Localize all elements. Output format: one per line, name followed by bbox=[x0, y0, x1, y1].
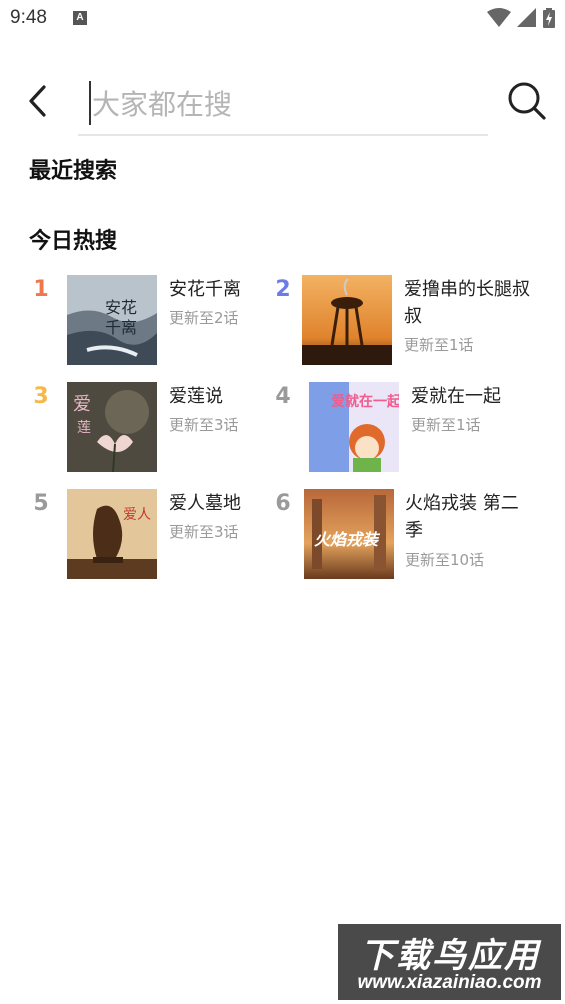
item-update-status: 更新至1话 bbox=[404, 336, 474, 354]
hot-item[interactable]: 4 爱就在一起 爱就在一起 更新至1话 bbox=[271, 382, 511, 474]
comic-cover bbox=[302, 275, 392, 365]
svg-text:安花: 安花 bbox=[105, 298, 137, 317]
item-update-status: 更新至3话 bbox=[169, 416, 239, 434]
item-title: 爱撸串的长腿叔叔 bbox=[404, 279, 530, 327]
hot-search-title: 今日热搜 bbox=[29, 229, 118, 254]
comic-cover: 爱人 bbox=[67, 489, 157, 579]
watermark-title: 下载鸟应用 bbox=[360, 936, 540, 976]
rank-number: 5 bbox=[33, 491, 49, 516]
wifi-icon bbox=[487, 8, 511, 27]
search-box[interactable] bbox=[78, 74, 488, 136]
svg-text:莲: 莲 bbox=[77, 420, 91, 436]
watermark-logo: 下载鸟应用 www.xiazainiao.com bbox=[338, 924, 561, 1000]
recent-search-title: 最近搜索 bbox=[29, 159, 118, 184]
svg-text:爱人: 爱人 bbox=[123, 507, 151, 523]
battery-charging-icon bbox=[543, 8, 555, 28]
cellular-signal-icon bbox=[517, 8, 536, 27]
rank-number: 6 bbox=[275, 491, 291, 516]
comic-cover: 火焰戎装 bbox=[304, 489, 394, 579]
hot-item[interactable]: 1 安花 千离 安花千离 更新至2话 bbox=[29, 275, 269, 367]
text-cursor bbox=[89, 81, 91, 125]
svg-text:火焰戎装: 火焰戎装 bbox=[314, 530, 381, 549]
status-time: 9:48 bbox=[10, 7, 47, 28]
rank-number: 2 bbox=[275, 277, 291, 302]
back-arrow-icon[interactable] bbox=[24, 82, 56, 120]
item-title: 爱就在一起 bbox=[411, 386, 501, 407]
rank-number: 4 bbox=[275, 384, 291, 409]
search-input[interactable] bbox=[92, 82, 472, 126]
svg-text:爱: 爱 bbox=[73, 394, 91, 415]
item-update-status: 更新至3话 bbox=[169, 523, 239, 541]
comic-cover: 安花 千离 bbox=[67, 275, 157, 365]
hot-item[interactable]: 2 爱撸串的长腿叔叔 更新至1话 bbox=[271, 275, 530, 367]
status-icons bbox=[487, 8, 555, 28]
item-update-status: 更新至1话 bbox=[411, 416, 481, 434]
rank-number: 1 bbox=[33, 277, 49, 302]
notification-app-icon: A bbox=[73, 11, 87, 25]
status-bar: 9:48 A bbox=[0, 0, 565, 38]
comic-cover: 爱就在一起 bbox=[309, 382, 399, 472]
rank-number: 3 bbox=[33, 384, 49, 409]
watermark-url: www.xiazainiao.com bbox=[357, 972, 542, 993]
hot-item[interactable]: 5 爱人 爱人墓地 更新至3话 bbox=[29, 489, 269, 581]
item-update-status: 更新至2话 bbox=[169, 309, 239, 327]
item-update-status: 更新至10话 bbox=[405, 551, 485, 569]
hot-item[interactable]: 3 爱 莲 爱莲说 更新至3话 bbox=[29, 382, 269, 474]
hot-item[interactable]: 6 火焰戎装 火焰戎装 第二季 更新至10话 bbox=[271, 489, 519, 581]
search-icon[interactable] bbox=[506, 80, 548, 122]
item-title: 火焰戎装 第二季 bbox=[405, 493, 519, 541]
comic-cover: 爱 莲 bbox=[67, 382, 157, 472]
svg-text:爱就在一起: 爱就在一起 bbox=[331, 393, 399, 410]
svg-text:千离: 千离 bbox=[105, 318, 137, 337]
